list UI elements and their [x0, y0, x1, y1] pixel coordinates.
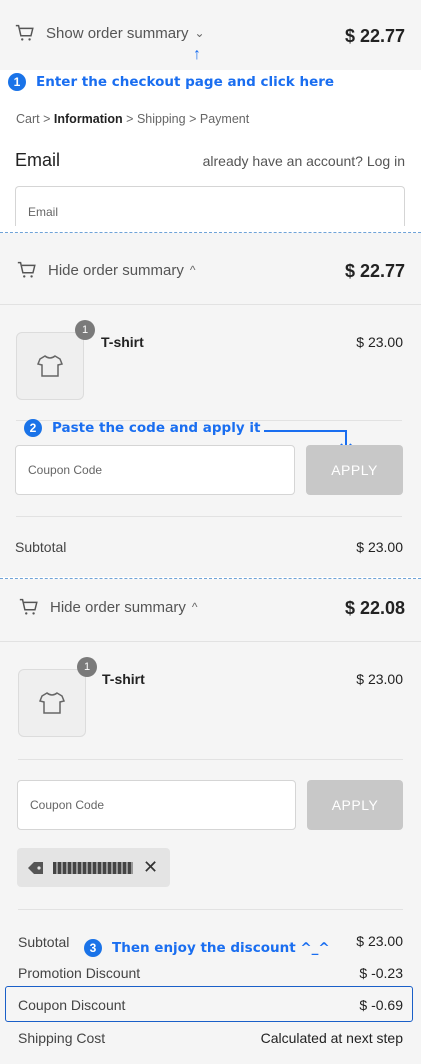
apply-button[interactable]: APPLY	[306, 445, 403, 495]
breadcrumb-information: Information	[53, 112, 123, 126]
tshirt-icon	[39, 692, 65, 714]
account-prompt: already have an account? Log in	[202, 153, 405, 169]
login-link[interactable]: Log in	[367, 153, 405, 169]
order-total: $ 22.77	[344, 261, 405, 281]
step-3-annotation: Then enjoy the discount ^_^	[112, 940, 330, 956]
subtotal-value: $ 23.00	[356, 933, 403, 949]
cart-icon	[15, 24, 34, 41]
close-icon[interactable]: ✕	[143, 857, 158, 878]
arrow-up-icon: ↑	[193, 46, 201, 63]
tag-icon	[28, 861, 43, 874]
quantity-badge: 1	[77, 657, 97, 677]
cart-icon	[19, 598, 38, 615]
chevron-down-icon[interactable]: ⌄	[195, 26, 205, 40]
order-summary-panel-1: Hide order summary ^ $ 22.77 1 T-shirt $…	[0, 233, 421, 577]
product-name: T-shirt	[102, 671, 145, 687]
breadcrumb-cart[interactable]: Cart	[16, 112, 40, 126]
step-2-badge: 2	[24, 419, 42, 437]
product-price: $ 23.00	[356, 334, 403, 350]
coupon-discount-value: $ -0.69	[359, 997, 403, 1013]
chevron-up-icon[interactable]: ^	[190, 263, 196, 277]
email-field[interactable]: Email	[15, 186, 405, 226]
product-thumbnail	[16, 332, 84, 400]
coupon-code-redacted	[53, 861, 133, 874]
cart-icon	[17, 261, 36, 278]
shipping-cost-label: Shipping Cost	[18, 1030, 106, 1046]
checkout-information-section: 1 Enter the checkout page and click here…	[0, 70, 421, 226]
step-1-annotation: Enter the checkout page and click here	[36, 74, 335, 90]
promotion-discount-value: $ -0.23	[359, 965, 403, 981]
top-summary-bar[interactable]: Show order summary ⌄ $ 22.77 ↑	[0, 0, 421, 70]
step-1-badge: 1	[8, 73, 26, 91]
product-price: $ 23.00	[356, 671, 403, 687]
shipping-cost-value: Calculated at next step	[260, 1030, 403, 1046]
product-thumbnail	[18, 669, 86, 737]
step-3-badge: 3	[84, 939, 102, 957]
hide-order-summary-toggle-2[interactable]: Hide order summary ^	[18, 596, 198, 618]
step-2-annotation: Paste the code and apply it	[52, 420, 261, 436]
order-total: $ 22.77	[344, 26, 405, 46]
order-summary-panel-2: Hide order summary ^ $ 22.08 1 T-shirt $…	[0, 579, 421, 1064]
subtotal-label: Subtotal	[18, 934, 70, 950]
tshirt-icon	[37, 355, 63, 377]
breadcrumb-payment: Payment	[199, 112, 250, 126]
quantity-badge: 1	[75, 320, 95, 340]
order-total: $ 22.08	[344, 598, 405, 618]
breadcrumb: Cart > Information > Shipping > Payment	[16, 112, 250, 126]
coupon-code-input[interactable]: Coupon Code	[15, 445, 295, 495]
coupon-code-input[interactable]: Coupon Code	[17, 780, 296, 830]
apply-button[interactable]: APPLY	[307, 780, 403, 830]
subtotal-label: Subtotal	[15, 539, 67, 555]
show-order-summary-toggle[interactable]: Show order summary	[46, 25, 189, 42]
product-name: T-shirt	[101, 334, 144, 350]
breadcrumb-shipping: Shipping	[136, 112, 186, 126]
hide-order-summary-toggle-1[interactable]: Hide order summary ^	[16, 259, 196, 281]
coupon-discount-label: Coupon Discount	[18, 997, 126, 1013]
applied-coupon-chip: ✕	[17, 848, 170, 887]
promotion-discount-label: Promotion Discount	[18, 965, 141, 981]
subtotal-value: $ 23.00	[356, 539, 403, 555]
email-heading: Email	[15, 150, 61, 170]
chevron-up-icon[interactable]: ^	[192, 600, 198, 614]
